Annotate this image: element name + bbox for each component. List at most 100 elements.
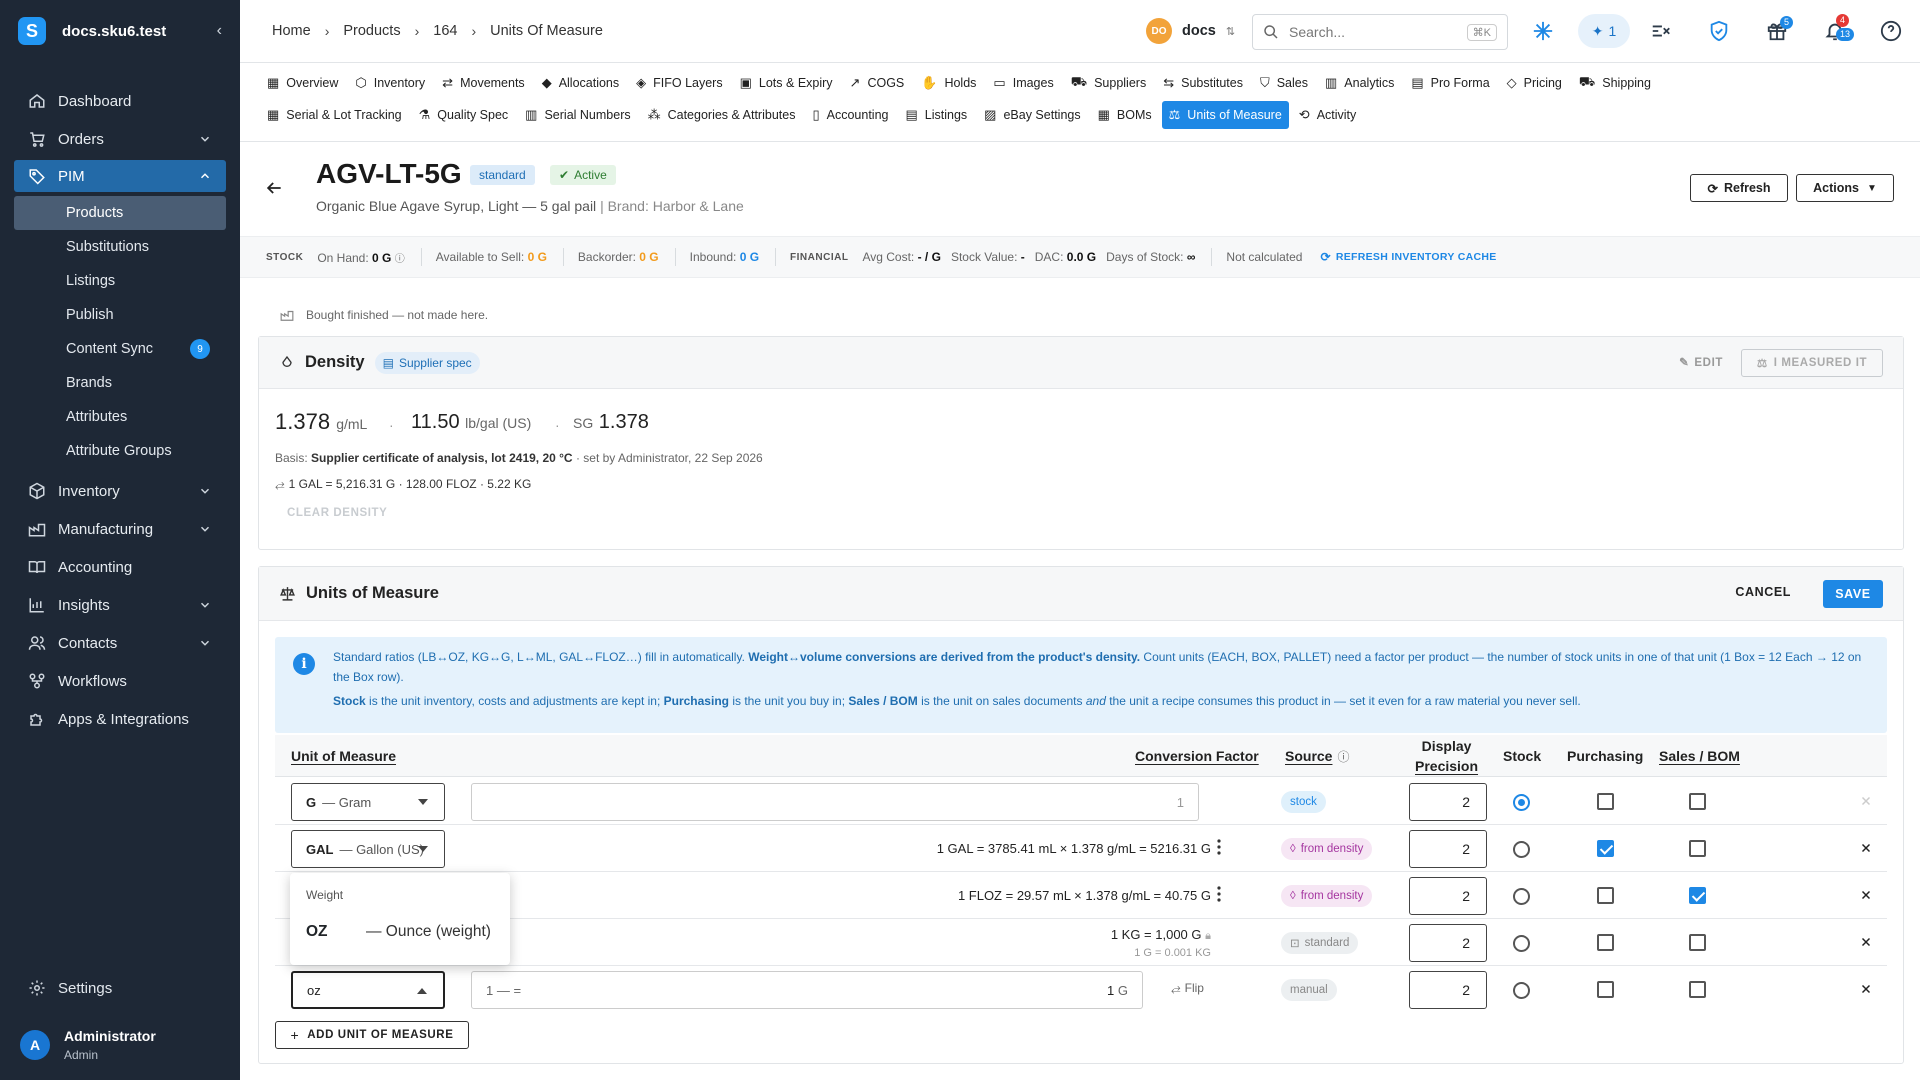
remove-row-icon[interactable] (1859, 888, 1873, 902)
stock-radio[interactable] (1513, 935, 1530, 952)
stock-radio[interactable] (1513, 794, 1530, 811)
purchasing-checkbox[interactable] (1597, 840, 1614, 857)
tab-sales[interactable]: ⛉ Sales (1253, 69, 1315, 97)
tab-quality-spec[interactable]: ⚗ Quality Spec (412, 101, 516, 129)
precision-input[interactable]: 2 (1409, 971, 1487, 1009)
col-stock[interactable]: Stock (1503, 735, 1541, 777)
sales-checkbox[interactable] (1689, 887, 1706, 904)
tab-activity[interactable]: ⟲ Activity (1292, 101, 1364, 129)
col-precision[interactable]: Display Precision (1415, 735, 1478, 777)
more-vertical-icon[interactable] (1217, 886, 1221, 902)
nav-insights[interactable]: Insights (0, 586, 240, 624)
nav-inventory[interactable]: Inventory (0, 472, 240, 510)
workspace-switcher[interactable]: DO docs ⇅ (1146, 18, 1235, 44)
sidebar-item-publish[interactable]: Publish (0, 298, 240, 332)
purchasing-checkbox[interactable] (1597, 887, 1614, 904)
precision-input[interactable]: 2 (1409, 877, 1487, 915)
actions-button[interactable]: Actions ▼ (1796, 174, 1894, 202)
tab-holds[interactable]: ✋ Holds (914, 69, 983, 97)
ai-assistant-button[interactable]: ✦ 1 (1578, 14, 1630, 48)
tab-pricing[interactable]: ◇ Pricing (1500, 69, 1569, 97)
shield-icon[interactable] (1708, 20, 1730, 42)
tab-allocations[interactable]: ◆ Allocations (535, 69, 626, 97)
remove-row-icon[interactable] (1859, 841, 1873, 855)
measured-it-button[interactable]: ⚖ I MEASURED IT (1741, 349, 1883, 377)
tab-inventory[interactable]: ⬡ Inventory (348, 69, 432, 97)
tab-listings[interactable]: ▤ Listings (898, 101, 974, 129)
sales-checkbox[interactable] (1689, 934, 1706, 951)
precision-input[interactable]: 2 (1409, 783, 1487, 821)
back-arrow-icon[interactable] (264, 178, 284, 198)
sidebar-item-attribute-groups[interactable]: Attribute Groups (0, 434, 240, 468)
tab-accounting[interactable]: ▯ Accounting (805, 101, 895, 129)
nav-pim[interactable]: PIM (14, 160, 226, 192)
col-purchasing[interactable]: Purchasing (1567, 735, 1643, 777)
refresh-inventory-cache-link[interactable]: ⟳ REFRESH INVENTORY CACHE (1320, 250, 1496, 264)
precision-input[interactable]: 2 (1409, 830, 1487, 868)
nav-workflows[interactable]: Workflows (0, 662, 240, 700)
compare-icon[interactable] (1650, 20, 1672, 42)
tab-categories-attributes[interactable]: ⁂ Categories & Attributes (641, 101, 803, 129)
sales-checkbox[interactable] (1689, 840, 1706, 857)
tab-lots-expiry[interactable]: ▣ Lots & Expiry (733, 69, 840, 97)
col-source[interactable]: Source ⓘ (1285, 735, 1349, 777)
stock-radio[interactable] (1513, 982, 1530, 999)
tab-overview[interactable]: ▦ Overview (260, 69, 345, 97)
save-button[interactable]: SAVE (1823, 580, 1883, 608)
add-unit-button[interactable]: + ADD UNIT OF MEASURE (275, 1021, 469, 1049)
remove-row-icon[interactable] (1859, 982, 1873, 996)
tab-serial-numbers[interactable]: ▥ Serial Numbers (518, 101, 637, 129)
tab-movements[interactable]: ⇄ Movements (435, 69, 532, 97)
unit-select-input[interactable]: oz (291, 971, 445, 1009)
refresh-button[interactable]: ⟳ Refresh (1690, 174, 1788, 202)
col-unit[interactable]: Unit of Measure (291, 735, 396, 777)
sales-checkbox[interactable] (1689, 981, 1706, 998)
tab-boms[interactable]: ▦ BOMs (1091, 101, 1159, 129)
purchasing-checkbox[interactable] (1597, 981, 1614, 998)
tab-substitutes[interactable]: ⇆ Substitutes (1156, 69, 1250, 97)
nav-apps[interactable]: Apps & Integrations (0, 700, 240, 738)
tab-ebay-settings[interactable]: ▨ eBay Settings (977, 101, 1087, 129)
edit-density-button[interactable]: ✎ EDIT (1679, 355, 1723, 369)
tab-units-of-measure[interactable]: ⚖ Units of Measure (1161, 101, 1289, 129)
sales-checkbox[interactable] (1689, 793, 1706, 810)
snowflake-icon[interactable] (1532, 20, 1554, 42)
purchasing-checkbox[interactable] (1597, 934, 1614, 951)
tab-serial-lot-tracking[interactable]: ▦ Serial & Lot Tracking (260, 101, 409, 129)
sidebar-item-substitutions[interactable]: Substitutions (0, 230, 240, 264)
sidebar-item-content-sync[interactable]: Content Sync 9 (0, 332, 240, 366)
remove-row-icon[interactable] (1859, 935, 1873, 949)
nav-settings[interactable]: Settings (0, 968, 240, 1008)
user-menu[interactable]: A Administrator Admin (0, 1028, 240, 1080)
unit-select[interactable]: GAL — Gallon (US) (291, 830, 445, 868)
dropdown-option-oz[interactable]: OZ — Ounce (weight) (290, 913, 510, 951)
more-vertical-icon[interactable] (1217, 839, 1221, 855)
breadcrumb-product-id[interactable]: 164 (433, 23, 457, 39)
sidebar-item-brands[interactable]: Brands (0, 366, 240, 400)
col-factor[interactable]: Conversion Factor (1135, 735, 1259, 777)
tab-shipping[interactable]: ⛟ Shipping (1572, 69, 1658, 97)
tab-cogs[interactable]: ↗ COGS (843, 69, 912, 97)
sidebar-item-products[interactable]: Products (14, 196, 226, 230)
tab-analytics[interactable]: ▥ Analytics (1318, 69, 1401, 97)
tab-pro-forma[interactable]: ▤ Pro Forma (1404, 69, 1496, 97)
gift-icon[interactable]: 5 (1766, 16, 1794, 42)
nav-orders[interactable]: Orders (0, 120, 240, 158)
sidebar-item-listings[interactable]: Listings (0, 264, 240, 298)
flip-button[interactable]: ⥄ Flip (1171, 981, 1204, 996)
collapse-sidebar-icon[interactable]: ‹ (217, 22, 222, 40)
tab-suppliers[interactable]: ⛟ Suppliers (1064, 69, 1153, 97)
clear-density-button[interactable]: CLEAR DENSITY (287, 507, 387, 519)
tab-fifo-layers[interactable]: ◈ FIFO Layers (629, 69, 729, 97)
sidebar-item-attributes[interactable]: Attributes (0, 400, 240, 434)
nav-accounting[interactable]: Accounting (0, 548, 240, 586)
help-icon[interactable] (1880, 20, 1902, 42)
stock-radio[interactable] (1513, 841, 1530, 858)
unit-select[interactable]: G — Gram (291, 783, 445, 821)
breadcrumb-home[interactable]: Home (272, 23, 311, 39)
nav-contacts[interactable]: Contacts (0, 624, 240, 662)
cancel-button[interactable]: CANCEL (1735, 585, 1791, 599)
breadcrumb-products[interactable]: Products (343, 23, 400, 39)
bell-icon[interactable]: 4 13 (1824, 14, 1855, 42)
factor-input[interactable]: 1 — = 1 G (471, 971, 1143, 1009)
